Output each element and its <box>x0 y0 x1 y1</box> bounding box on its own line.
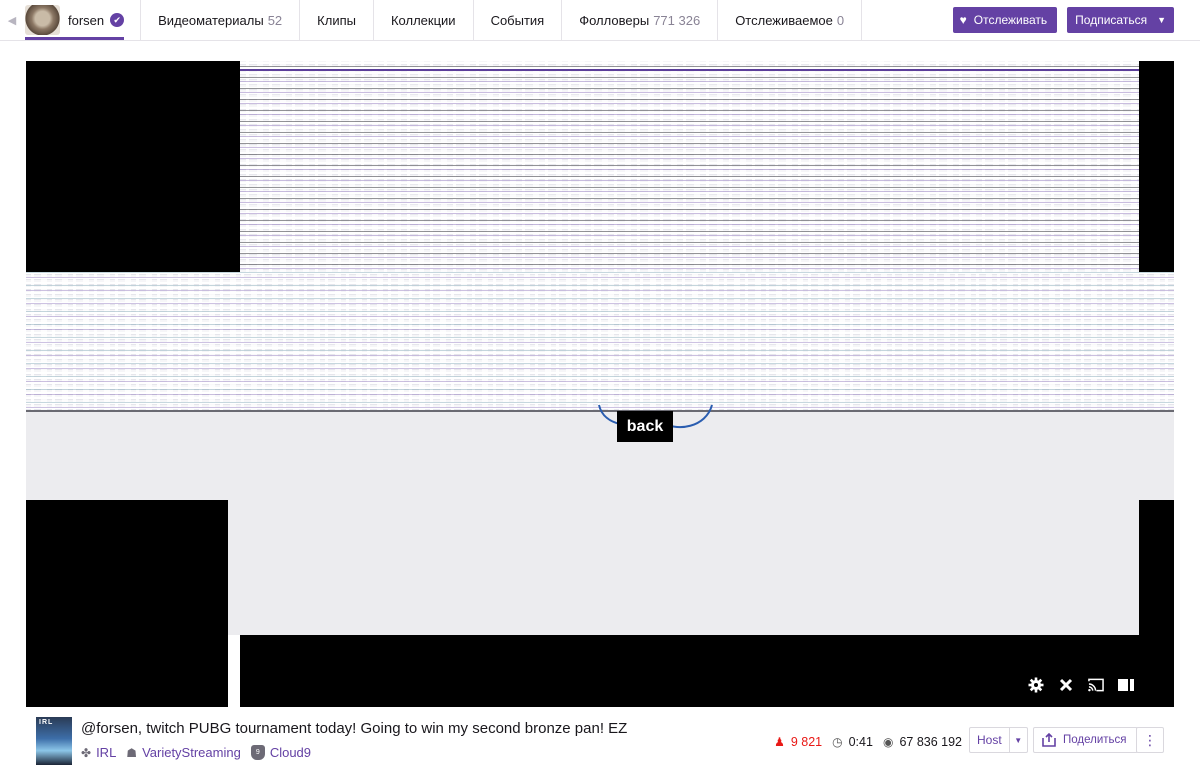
channel-actions: ♥ Отслеживать Подписаться ▼ <box>952 7 1200 33</box>
theater-mode-icon[interactable] <box>1118 677 1134 693</box>
nav-divider <box>861 0 863 40</box>
game-name: IRL <box>96 745 117 760</box>
game-thumbnail[interactable]: IRL <box>36 717 72 765</box>
follow-button-label: Отслеживать <box>973 13 1048 27</box>
more-vertical-icon: ⋮ <box>1143 731 1157 748</box>
stream-meta: ✤ IRL ☗ VarietyStreaming 9 Cloud9 <box>81 745 311 760</box>
channel-avatar[interactable] <box>25 5 60 35</box>
team-link[interactable]: 9 Cloud9 <box>250 745 312 760</box>
tab-videos[interactable]: Видеоматериалы 52 <box>141 0 299 40</box>
chevron-down-icon: ▼ <box>1014 735 1023 745</box>
share-button-label: Поделиться <box>1063 734 1127 746</box>
clock-icon: ◷ <box>832 735 843 749</box>
total-views-value: 67 836 192 <box>899 735 962 749</box>
subscribe-button[interactable]: Подписаться ▼ <box>1067 7 1174 33</box>
tab-videos-count: 52 <box>267 12 283 28</box>
eye-icon: ◉ <box>882 735 894 749</box>
video-black-region-right <box>1139 61 1174 272</box>
team-badge-icon: 9 <box>250 745 265 760</box>
tab-following[interactable]: Отслеживаемое 0 <box>718 0 861 40</box>
heart-icon: ♥ <box>959 13 967 27</box>
nav-scroll-left-icon[interactable]: ◀ <box>0 0 24 40</box>
community-icon: ☗ <box>126 745 138 760</box>
stream-stats: ♟ 9 821 ◷ 0:41 ◉ 67 836 192 <box>774 735 962 749</box>
thumbnail-label: IRL <box>39 719 54 726</box>
share-button[interactable]: Поделиться <box>1033 727 1138 753</box>
community-link[interactable]: ☗ VarietyStreaming <box>126 745 241 760</box>
tab-followers-label: Фолловеры <box>579 12 650 28</box>
tab-clips[interactable]: Клипы <box>300 0 373 40</box>
stream-title: @forsen, twitch PUBG tournament today! G… <box>81 720 628 737</box>
settings-icon[interactable] <box>1028 677 1044 693</box>
close-icon[interactable] <box>1058 677 1074 693</box>
live-viewers: ♟ 9 821 <box>774 735 822 749</box>
verified-check-icon: ✔ <box>110 13 125 27</box>
tab-following-count: 0 <box>836 12 845 28</box>
tab-videos-label: Видеоматериалы <box>158 12 264 28</box>
more-options-button[interactable]: ⋮ <box>1136 727 1164 753</box>
viewer-person-icon: ♟ <box>774 735 785 749</box>
uptime-value: 0:41 <box>848 735 873 749</box>
video-player[interactable]: back <box>26 61 1174 707</box>
host-button[interactable]: Host <box>969 727 1010 753</box>
host-dropdown-button[interactable]: ▼ <box>1009 727 1028 753</box>
share-icon <box>1042 733 1056 747</box>
tab-followers[interactable]: Фолловеры 771 326 <box>562 0 717 40</box>
tab-events-label: События <box>490 12 545 28</box>
team-name: Cloud9 <box>269 745 312 760</box>
total-views: ◉ 67 836 192 <box>883 735 962 749</box>
subscribe-button-label: Подписаться <box>1075 13 1148 27</box>
tab-collections[interactable]: Коллекции <box>374 0 473 40</box>
tab-events[interactable]: События <box>474 0 562 40</box>
game-link[interactable]: ✤ IRL <box>81 745 116 760</box>
follow-button[interactable]: ♥ Отслеживать <box>952 7 1058 33</box>
tab-followers-count: 771 326 <box>653 12 701 28</box>
channel-name[interactable]: forsen <box>68 13 104 28</box>
glitched-video-frame-band <box>26 272 1174 412</box>
live-viewer-count: 9 821 <box>790 735 823 749</box>
stream-uptime: ◷ 0:41 <box>832 735 873 749</box>
player-controls <box>1028 677 1134 693</box>
tab-clips-label: Клипы <box>317 12 356 28</box>
video-white-strip <box>228 635 240 707</box>
tab-collections-label: Коллекции <box>390 12 456 28</box>
gamepad-icon: ✤ <box>81 745 92 760</box>
cast-icon[interactable] <box>1088 677 1104 693</box>
video-grey-panel <box>228 500 1139 635</box>
tab-following-label: Отслеживаемое <box>735 12 833 28</box>
glitched-video-frame-top <box>240 61 1139 272</box>
host-button-group: Host ▼ <box>969 727 1028 753</box>
stream-info-bar: IRL @forsen, twitch PUBG tournament toda… <box>26 707 1174 778</box>
video-black-region-left <box>26 61 228 272</box>
channel-nav-bar: ◀ forsen ✔ Видеоматериалы 52 Клипы Колле… <box>0 0 1200 41</box>
channel-header[interactable]: forsen ✔ <box>24 0 125 40</box>
community-name: VarietyStreaming <box>142 745 241 760</box>
chevron-down-icon: ▼ <box>1157 15 1166 25</box>
back-overlay-label: back <box>617 411 673 442</box>
